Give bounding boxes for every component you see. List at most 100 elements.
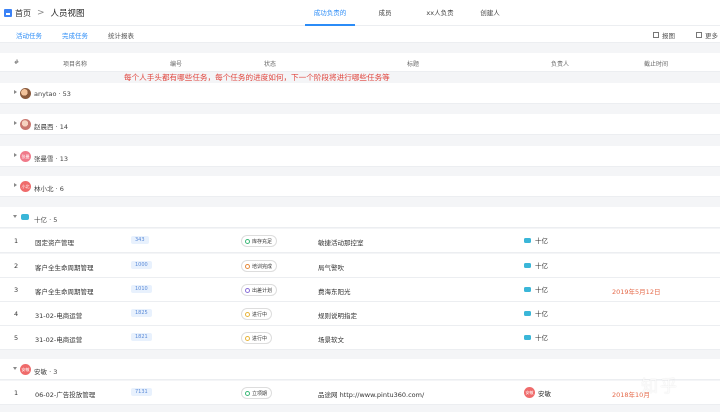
status-badge[interactable]: 库存充足 [241, 235, 278, 247]
more-button-label: 更多 [705, 32, 718, 40]
group-header[interactable]: 安敏 安敏 · 3 [0, 359, 720, 380]
status-label: 库存充足 [252, 238, 273, 245]
row-owner: 十亿 [524, 332, 548, 342]
group-header[interactable]: 赵晨西 · 14 [0, 114, 720, 135]
row-owner: 十亿 [524, 308, 548, 318]
owner-name: 十亿 [535, 334, 548, 342]
status-label: 进行中 [252, 311, 268, 318]
chart-icon [653, 32, 659, 38]
row-project: 客户全生命周期管理 [35, 288, 94, 296]
owner-name: 安敏 [538, 389, 551, 398]
avatar: 安敏 [524, 387, 535, 398]
row-project: 06-02-广告投放管理 [35, 391, 96, 399]
subtab-completed-tasks[interactable]: 完成任务 [62, 30, 88, 40]
row-index: 3 [14, 286, 19, 294]
chat-icon [524, 286, 531, 292]
owner-name: 十亿 [535, 262, 548, 270]
subtab-active-tasks[interactable]: 活动任务 [16, 30, 42, 40]
table-row[interactable]: 3 客户全生命周期管理 1010 出差计划 费海东阳光 十亿 2019年5月12… [0, 278, 720, 302]
status-badge[interactable]: 进行中 [241, 308, 273, 320]
status-badge[interactable]: 进行中 [241, 332, 273, 344]
view-tabs: 成功负责的 成员 xx人负责 创建人 [300, 0, 515, 26]
status-label: 出差计划 [252, 287, 273, 294]
status-dot-icon [245, 263, 250, 269]
table-row[interactable]: 5 31-02-电商运营 1821 进行中 场景软文 十亿 [0, 326, 720, 350]
col-project[interactable]: 项目名称 [63, 59, 87, 68]
group-header[interactable]: 张曼 张曼雪 · 13 [0, 146, 720, 167]
row-project: 31-02-电商运营 [35, 312, 83, 320]
tab-xx-responsible[interactable]: xx人负责 [415, 0, 465, 26]
row-title[interactable]: 规则说明指定 [318, 310, 357, 320]
col-deadline[interactable]: 截止时间 [644, 59, 668, 68]
caret-down-icon[interactable] [13, 367, 17, 370]
status-badge[interactable]: 培训完成 [241, 260, 278, 272]
row-project: 31-02-电商运营 [35, 336, 83, 344]
row-code: 343 [131, 236, 149, 244]
col-status[interactable]: 状态 [264, 59, 276, 68]
group-name: 林小北 · 6 [34, 185, 64, 193]
row-code: 1010 [131, 285, 152, 293]
chat-icon [21, 214, 29, 220]
tab-creator[interactable]: 创建人 [465, 0, 515, 26]
row-title[interactable]: 敏捷活动那控室 [318, 237, 364, 247]
table-row[interactable]: 4 31-02-电商运营 1825 进行中 规则说明指定 十亿 [0, 302, 720, 326]
table-row[interactable]: 1 06-02-广告投放管理 7131 立项期 品途网 http://www.p… [0, 381, 720, 405]
chat-icon [524, 334, 531, 340]
avatar [20, 119, 31, 130]
sub-nav: 活动任务 完成任务 统计报表 报图 更多 [0, 26, 720, 43]
subtab-reports[interactable]: 统计报表 [108, 30, 134, 40]
group-header[interactable]: 十亿 · 5 [0, 207, 720, 228]
caret-right-icon[interactable] [14, 121, 17, 125]
top-bar: 首页 > 人员视图 成功负责的 成员 xx人负责 创建人 [0, 0, 720, 26]
tab-responsible[interactable]: 成功负责的 [305, 0, 355, 26]
table-row[interactable]: 2 客户全生命周期管理 1000 培训完成 局气警吹 十亿 [0, 254, 720, 278]
group-header[interactable]: anytao · 53 [0, 83, 720, 104]
row-title[interactable]: 局气警吹 [318, 262, 344, 272]
row-index: 2 [14, 262, 19, 270]
status-label: 培训完成 [252, 263, 273, 270]
row-owner: 十亿 [524, 284, 548, 294]
col-code[interactable]: 编号 [170, 59, 182, 68]
more-icon [696, 32, 702, 38]
caret-right-icon[interactable] [14, 153, 17, 157]
row-owner: 十亿 [524, 260, 548, 270]
group-name: anytao · 53 [34, 90, 71, 98]
group-header[interactable]: 小北 林小北 · 6 [0, 176, 720, 197]
caret-down-icon[interactable] [13, 215, 17, 218]
status-badge[interactable]: 立项期 [241, 387, 273, 399]
status-label: 进行中 [252, 335, 268, 342]
group-name: 安敏 · 3 [34, 368, 58, 376]
row-title[interactable]: 场景软文 [318, 334, 344, 344]
row-title[interactable]: 品途网 http://www.pintu360.com/ [318, 389, 424, 399]
breadcrumb-home[interactable]: 首页 [15, 8, 31, 19]
chat-icon [524, 310, 531, 316]
page-title: 人员视图 [50, 9, 85, 19]
col-index: # [14, 59, 20, 66]
avatar: 张曼 [20, 151, 31, 162]
row-code: 1000 [131, 261, 152, 269]
chat-icon [524, 237, 531, 243]
owner-name: 十亿 [535, 310, 548, 318]
caret-right-icon[interactable] [14, 183, 17, 187]
status-badge[interactable]: 出差计划 [241, 284, 278, 296]
status-dot-icon [245, 311, 250, 317]
col-title[interactable]: 标题 [407, 59, 419, 68]
avatar [20, 88, 31, 99]
group-name: 赵晨西 · 14 [34, 123, 68, 131]
caret-right-icon[interactable] [14, 90, 17, 94]
watermark: 知乎 [641, 377, 679, 397]
app-icon[interactable] [4, 9, 12, 17]
annotation-note: 每个人手头都有哪些任务，每个任务的进度如何，下一个阶段将进行哪些任务等 [124, 73, 390, 82]
tab-members[interactable]: 成员 [355, 0, 415, 26]
col-owner[interactable]: 负责人 [551, 59, 569, 68]
row-code: 7131 [131, 388, 152, 396]
more-button[interactable]: 更多 [696, 30, 718, 40]
table-row[interactable]: 1 固定资产管理 343 库存充足 敏捷活动那控室 十亿 [0, 229, 720, 253]
chart-button[interactable]: 报图 [653, 30, 675, 40]
group-name: 十亿 · 5 [34, 216, 58, 224]
row-index: 4 [14, 310, 19, 318]
status-dot-icon [245, 390, 250, 396]
row-title[interactable]: 费海东阳光 [318, 286, 351, 296]
row-deadline: 2019年5月12日 [612, 288, 661, 296]
breadcrumb: 首页 > 人员视图 [4, 7, 85, 19]
